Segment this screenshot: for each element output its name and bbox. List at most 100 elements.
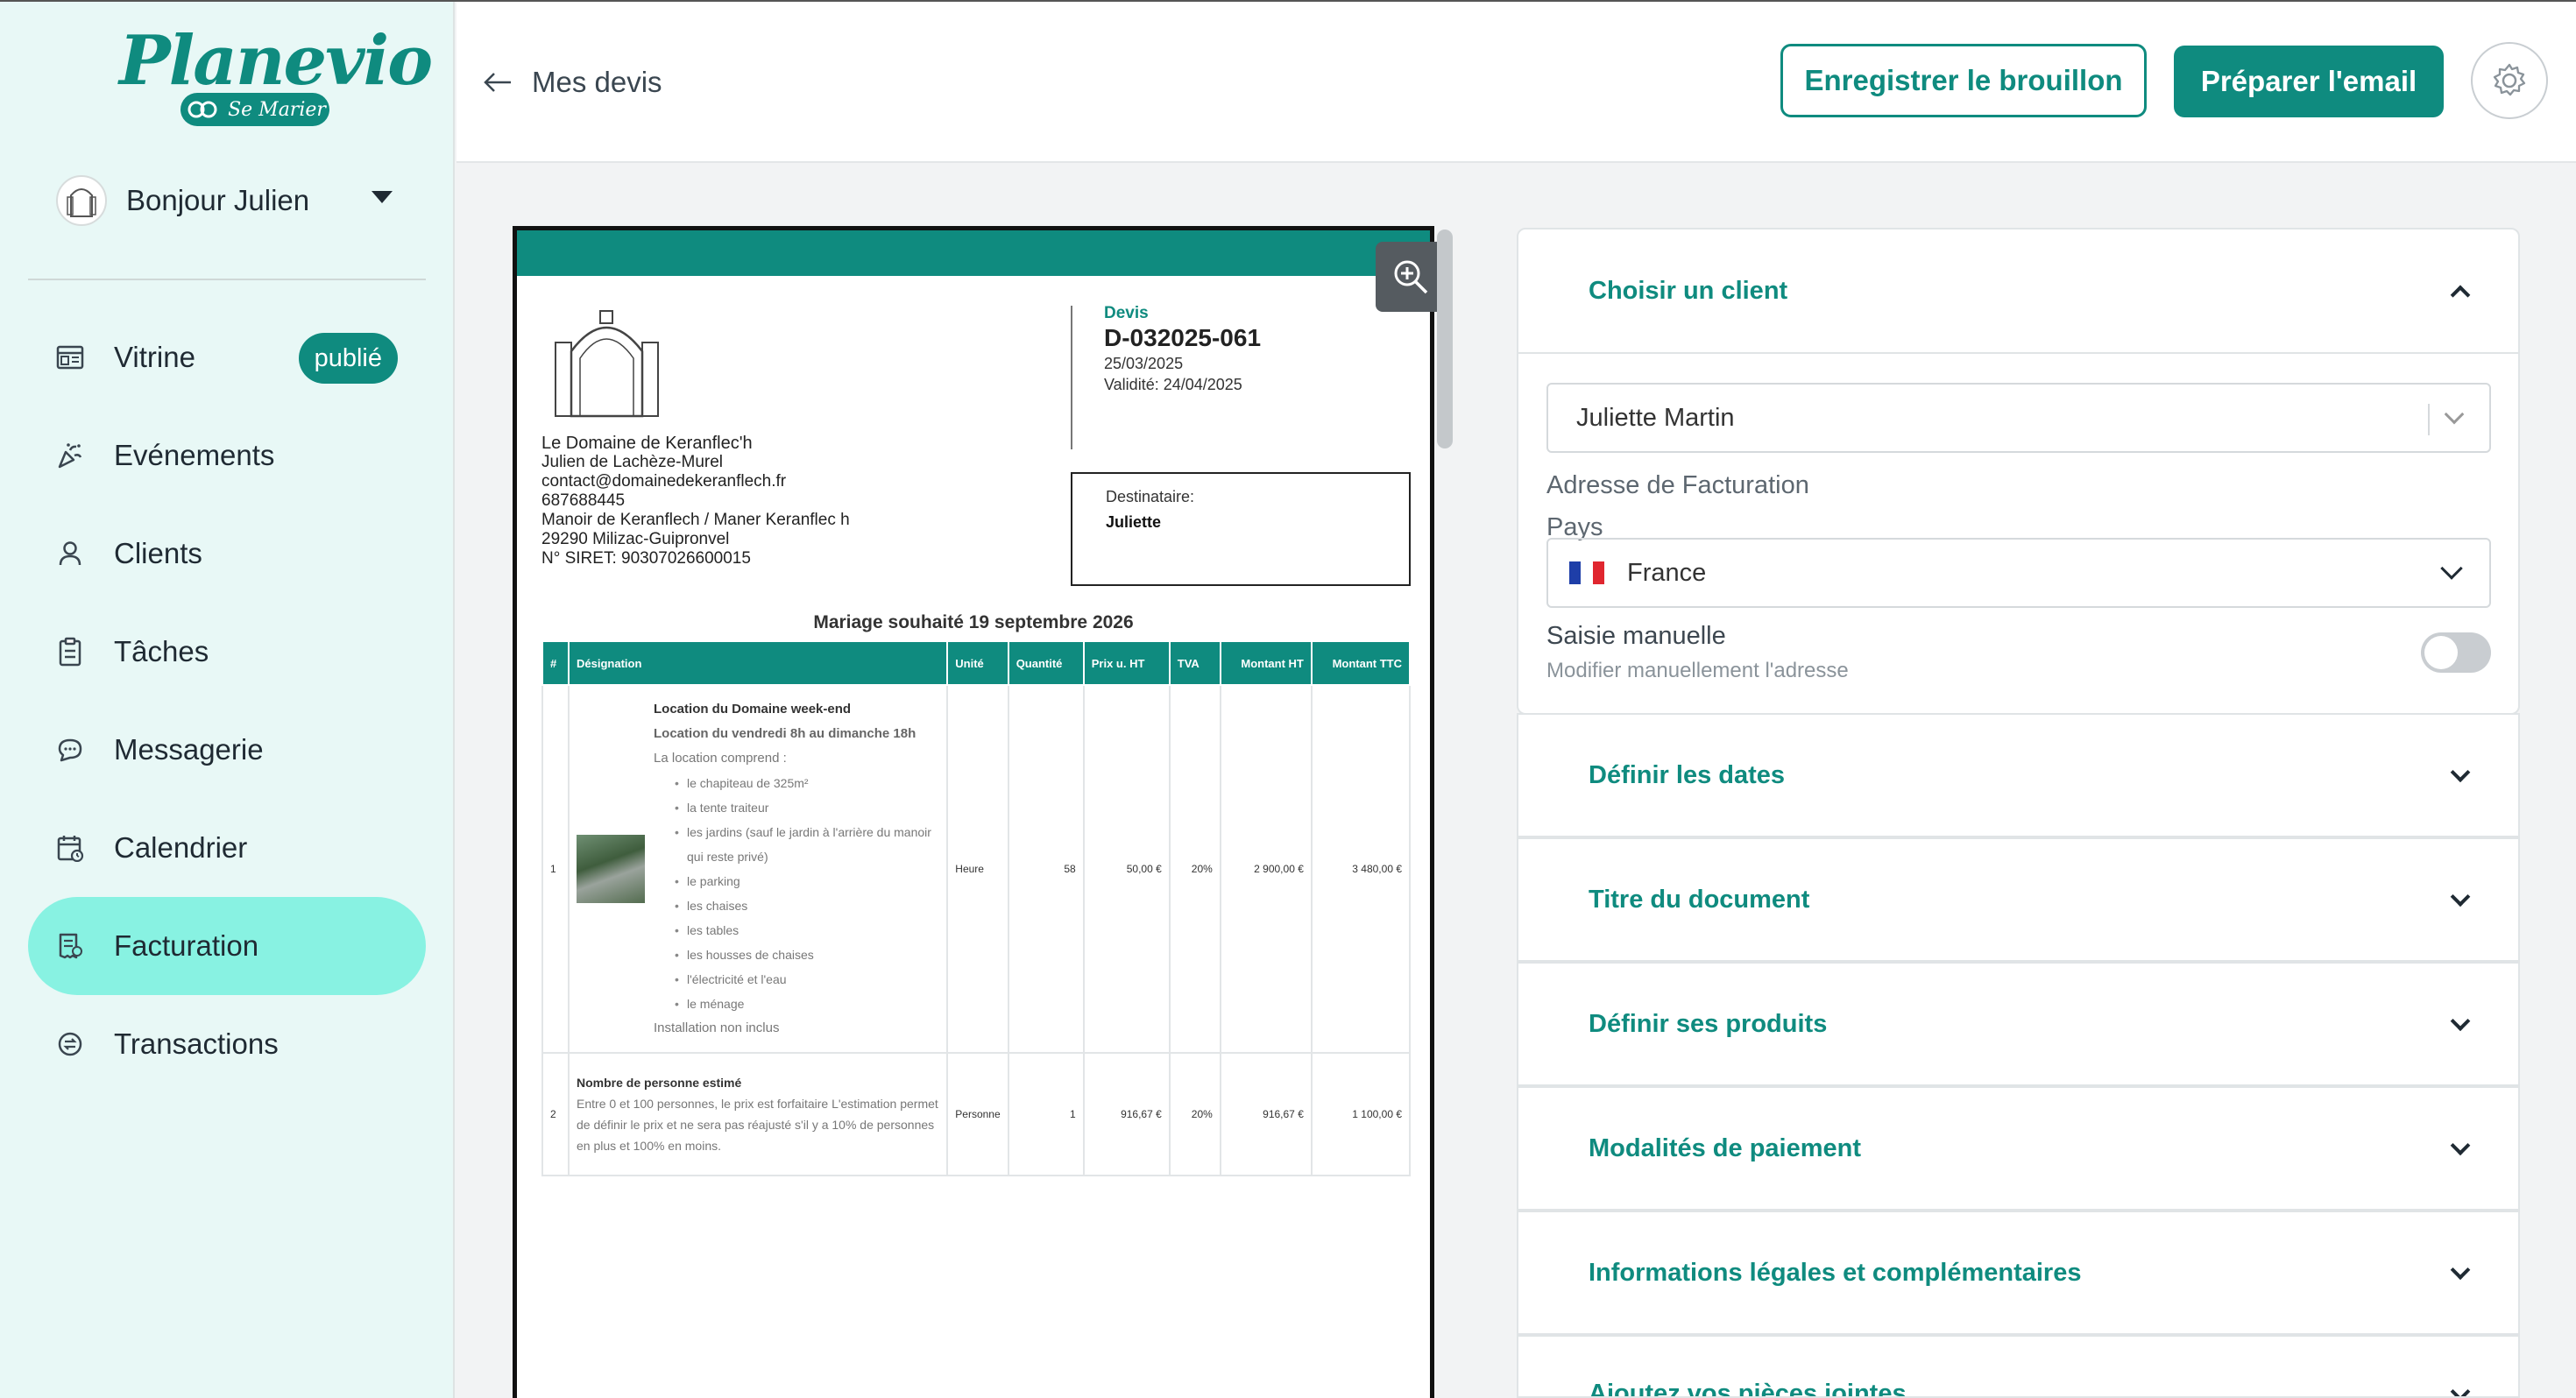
chevron-down-icon [2444,404,2465,425]
divider [28,279,426,280]
column-header: Quantité [1007,640,1085,686]
company-city: 29290 Milizac-Guipronvel [541,530,730,548]
chevron-down-icon [2450,1011,2471,1032]
line-footer: Installation non inclus [654,1020,780,1035]
rings-icon [188,101,217,118]
client-section: Choisir un client Juliette Martin Adress… [1517,228,2520,715]
prepare-email-button[interactable]: Préparer l'email [2174,46,2444,117]
line-unit: Heure [946,684,1009,1054]
calendar-icon [54,832,86,864]
sidebar-item-clients[interactable]: Clients [28,505,426,603]
storefront-icon [54,342,86,373]
line-text: Entre 0 et 100 personnes, le prix est fo… [577,1097,938,1153]
section-dates[interactable]: Définir les dates [1517,713,2520,837]
company-siret: N° SIRET: 90307026600015 [541,549,751,568]
chevron-down-icon[interactable] [372,191,393,203]
sidebar-item-facturation[interactable]: Facturation [28,897,426,995]
sidebar-item-transactions[interactable]: Transactions [28,995,426,1093]
sidebar-item-label: Calendrier [114,831,248,864]
line-total-ht: 916,67 € [1219,1052,1313,1176]
brand-logo[interactable]: Planevio Se Marier [119,21,433,130]
quote-lines-table: # Désignation Unité Quantité Prix u. HT … [541,640,1412,1176]
list-item: l'électricité et l'eau [675,967,939,992]
product-photo [577,835,646,903]
document-header-band [517,230,1430,276]
zoom-in-icon [1394,260,1428,294]
line-qty: 58 [1007,684,1085,1054]
section-attachments[interactable]: Ajoutez vos pièces jointes [1517,1335,2520,1398]
section-payment-terms[interactable]: Modalités de paiement [1517,1086,2520,1211]
sidebar-item-label: Messagerie [114,733,264,766]
column-header: # [541,640,570,686]
list-item: les tables [675,918,939,943]
sidebar-item-calendrier[interactable]: Calendrier [28,799,426,897]
preview-scrollbar[interactable] [1437,229,1453,448]
sidebar-nav: Vitrine publié Evénements Clients Tâches [28,308,426,1093]
user-menu[interactable]: Bonjour Julien [56,173,407,228]
line-qty: 1 [1007,1052,1085,1176]
quote-preview: Le Domaine de Keranflec'h Julien de Lach… [513,226,1434,1398]
line-number: 2 [541,1052,570,1176]
sidebar-item-label: Evénements [114,439,275,471]
list-item: les housses de chaises [675,943,939,967]
line-total-ht: 2 900,00 € [1219,684,1313,1054]
chevron-down-icon [2450,762,2471,783]
country-select-value: France [1627,558,1707,587]
sidebar-item-taches[interactable]: Tâches [28,603,426,701]
line-number: 1 [541,684,570,1054]
section-title: Ajoutez vos pièces jointes [1589,1380,1907,1398]
column-header: Désignation [568,640,949,686]
back-link[interactable]: Mes devis [483,58,662,107]
section-title: Modalités de paiement [1589,1133,1862,1162]
save-draft-button[interactable]: Enregistrer le brouillon [1780,44,2147,117]
quote-meta: Devis D-032025-061 25/03/2025 Validité: … [1104,304,1261,395]
column-header: TVA [1168,640,1221,686]
client-section-header[interactable]: Choisir un client [1518,229,2518,354]
table-row[interactable]: 1 Location du Domaine week-end Location … [541,684,1412,1054]
included-list: le chapiteau de 325m² la tente traiteur … [654,771,939,1016]
doc-type: Devis [1104,304,1149,322]
divider [2428,404,2430,435]
list-item: le ménage [675,992,939,1016]
line-title: Location du Domaine week-end [654,702,852,717]
sidebar-item-messagerie[interactable]: Messagerie [28,701,426,799]
settings-button[interactable] [2471,42,2548,119]
domain-logo-icon [67,188,96,217]
manual-entry-hint: Modifier manuellement l'adresse [1546,659,1849,682]
line-total-ttc: 3 480,00 € [1310,684,1412,1054]
zoom-button[interactable] [1376,242,1446,312]
user-greeting: Bonjour Julien [126,184,310,216]
sidebar-item-label: Facturation [114,929,259,962]
section-title: Informations légales et complémentaires [1589,1258,2082,1287]
chevron-down-icon [2450,1260,2471,1281]
line-total-ttc: 1 100,00 € [1310,1052,1412,1176]
party-popper-icon [54,440,86,471]
company-contact: Julien de Lachèze-Murel [541,453,724,471]
section-products[interactable]: Définir ses produits [1517,962,2520,1086]
section-title: Titre du document [1589,885,1810,914]
table-row[interactable]: 2 Nombre de personne estimé Entre 0 et 1… [541,1052,1412,1176]
country-select[interactable]: France [1546,538,2491,608]
quote-validity: Validité: 24/04/2025 [1104,376,1242,393]
line-title: Nombre de personne estimé [577,1076,742,1090]
section-document-title[interactable]: Titre du document [1517,837,2520,962]
manual-entry-toggle[interactable] [2421,632,2491,673]
divider [1071,306,1072,449]
list-item: le chapiteau de 325m² [675,771,939,795]
brand-name: Planevio [119,21,433,101]
company-email: contact@domainedekeranflech.fr [541,472,787,491]
section-legal-info[interactable]: Informations légales et complémentaires [1517,1211,2520,1335]
client-select[interactable]: Juliette Martin [1546,383,2491,453]
quote-title: Mariage souhaité 19 septembre 2026 [813,612,1134,632]
line-price: 916,67 € [1082,1052,1171,1176]
sidebar-item-vitrine[interactable]: Vitrine publié [28,308,426,406]
sidebar-item-evenements[interactable]: Evénements [28,406,426,505]
quote-settings-panel: Choisir un client Juliette Martin Adress… [1517,228,2520,1398]
avatar [56,175,107,226]
gear-icon [2493,63,2526,96]
column-header: Unité [946,640,1009,686]
section-title: Définir les dates [1589,760,1786,789]
sidebar-item-label: Tâches [114,635,209,667]
back-label: Mes devis [532,66,662,98]
line-price: 50,00 € [1082,684,1171,1054]
